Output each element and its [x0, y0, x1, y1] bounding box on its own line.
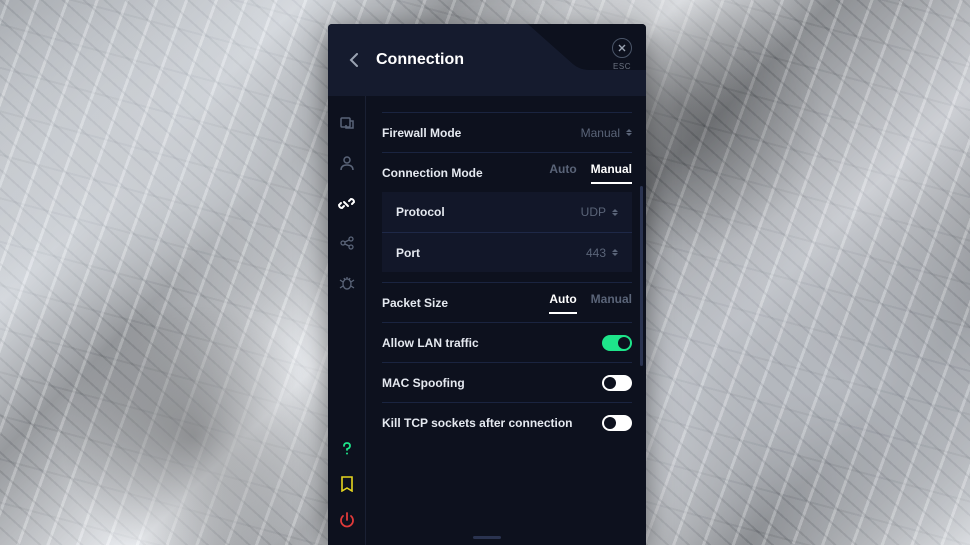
port-value: 443: [586, 246, 606, 260]
protocol-label: Protocol: [396, 205, 445, 219]
row-allow-lan: Allow LAN traffic: [382, 322, 632, 362]
packet-size-auto[interactable]: Auto: [549, 292, 576, 314]
sidebar-connection-icon[interactable]: [338, 194, 356, 212]
allow-lan-label: Allow LAN traffic: [382, 336, 479, 350]
sidebar-share-icon[interactable]: [338, 234, 356, 252]
connection-mode-label: Connection Mode: [382, 166, 483, 180]
row-packet-size: Packet Size Auto Manual: [382, 282, 632, 322]
resize-handle[interactable]: [473, 536, 501, 539]
row-protocol: Protocol UDP: [382, 192, 632, 232]
port-label: Port: [396, 246, 420, 260]
protocol-value: UDP: [581, 205, 606, 219]
sidebar-help-icon[interactable]: [338, 439, 356, 457]
port-select[interactable]: 443: [586, 246, 618, 260]
panel-header: Connection ESC: [328, 24, 646, 96]
firewall-mode-value: Manual: [581, 126, 620, 140]
sidebar-debug-icon[interactable]: [338, 274, 356, 292]
packet-size-manual[interactable]: Manual: [591, 292, 632, 314]
back-button[interactable]: [344, 50, 364, 70]
chevron-updown-icon: [612, 209, 618, 216]
connection-mode-segmented: Auto Manual: [549, 162, 632, 184]
row-kill-tcp: Kill TCP sockets after connection: [382, 402, 632, 442]
scrollbar[interactable]: [640, 186, 643, 366]
packet-size-segmented: Auto Manual: [549, 292, 632, 314]
mac-spoofing-toggle[interactable]: [602, 375, 632, 391]
sidebar-power-icon[interactable]: [338, 511, 356, 529]
packet-size-label: Packet Size: [382, 296, 448, 310]
connection-mode-auto[interactable]: Auto: [549, 162, 576, 184]
sidebar-news-icon[interactable]: [338, 475, 356, 493]
kill-tcp-toggle[interactable]: [602, 415, 632, 431]
esc-label: ESC: [613, 62, 631, 71]
page-title: Connection: [376, 51, 464, 69]
row-mac-spoofing: MAC Spoofing: [382, 362, 632, 402]
protocol-select[interactable]: UDP: [581, 205, 618, 219]
close-button[interactable]: ESC: [612, 38, 632, 71]
mac-spoofing-label: MAC Spoofing: [382, 376, 465, 390]
sidebar: [328, 96, 366, 545]
allow-lan-toggle[interactable]: [602, 335, 632, 351]
sidebar-general-icon[interactable]: [338, 114, 356, 132]
chevron-updown-icon: [612, 249, 618, 256]
row-port: Port 443: [382, 232, 632, 272]
connection-panel: Connection ESC: [328, 24, 646, 545]
close-icon: [612, 38, 632, 58]
connection-mode-manual[interactable]: Manual: [591, 162, 632, 184]
firewall-mode-select[interactable]: Manual: [581, 126, 632, 140]
row-firewall-mode: Firewall Mode Manual: [382, 112, 632, 152]
chevron-updown-icon: [626, 129, 632, 136]
settings-content: Firewall Mode Manual Connection Mode Aut…: [366, 96, 646, 545]
row-connection-mode: Connection Mode Auto Manual: [382, 152, 632, 192]
kill-tcp-label: Kill TCP sockets after connection: [382, 416, 573, 430]
firewall-mode-label: Firewall Mode: [382, 126, 461, 140]
panel-body: Firewall Mode Manual Connection Mode Aut…: [328, 96, 646, 545]
connection-sub-panel: Protocol UDP Port 443: [382, 192, 632, 272]
sidebar-account-icon[interactable]: [338, 154, 356, 172]
